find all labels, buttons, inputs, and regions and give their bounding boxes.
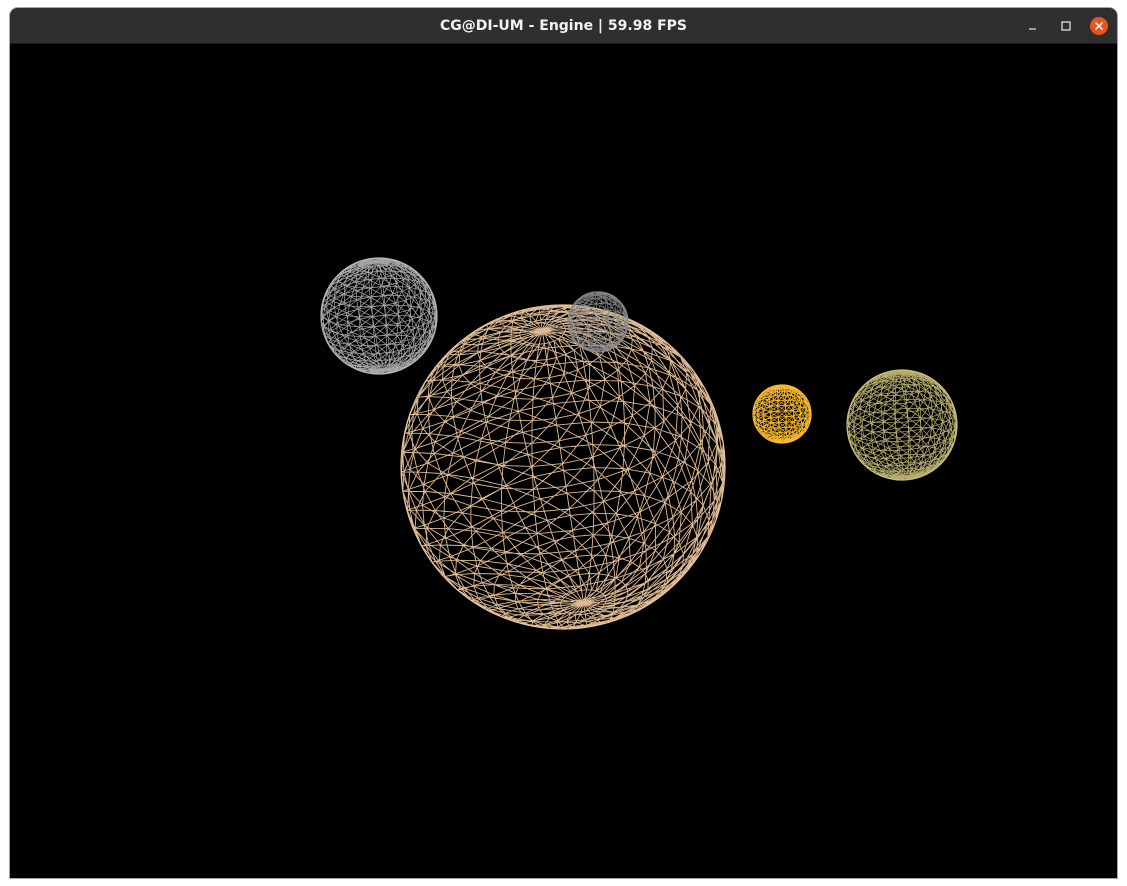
minimize-icon	[1029, 28, 1036, 30]
close-icon	[1094, 21, 1104, 31]
maximize-button[interactable]	[1057, 17, 1075, 35]
small-grey-sphere	[567, 291, 629, 353]
large-sphere-mesh	[401, 304, 725, 630]
render-viewport[interactable]	[10, 44, 1117, 878]
orange-sphere	[752, 384, 812, 444]
scene-canvas	[320, 257, 958, 630]
olive-sphere-mesh	[846, 369, 958, 481]
grey-sphere-mesh	[320, 257, 438, 375]
close-button[interactable]	[1090, 17, 1108, 35]
minimize-button[interactable]	[1024, 17, 1042, 35]
window-title: CG@DI-UM - Engine | 59.98 FPS	[439, 18, 687, 34]
maximize-icon	[1061, 21, 1071, 31]
app-window: CG@DI-UM - Engine | 59.98 FPS	[10, 8, 1117, 878]
title-bar[interactable]: CG@DI-UM - Engine | 59.98 FPS	[10, 8, 1117, 44]
olive-sphere	[846, 369, 958, 481]
grey-sphere	[320, 257, 438, 375]
large-sphere	[400, 304, 726, 630]
